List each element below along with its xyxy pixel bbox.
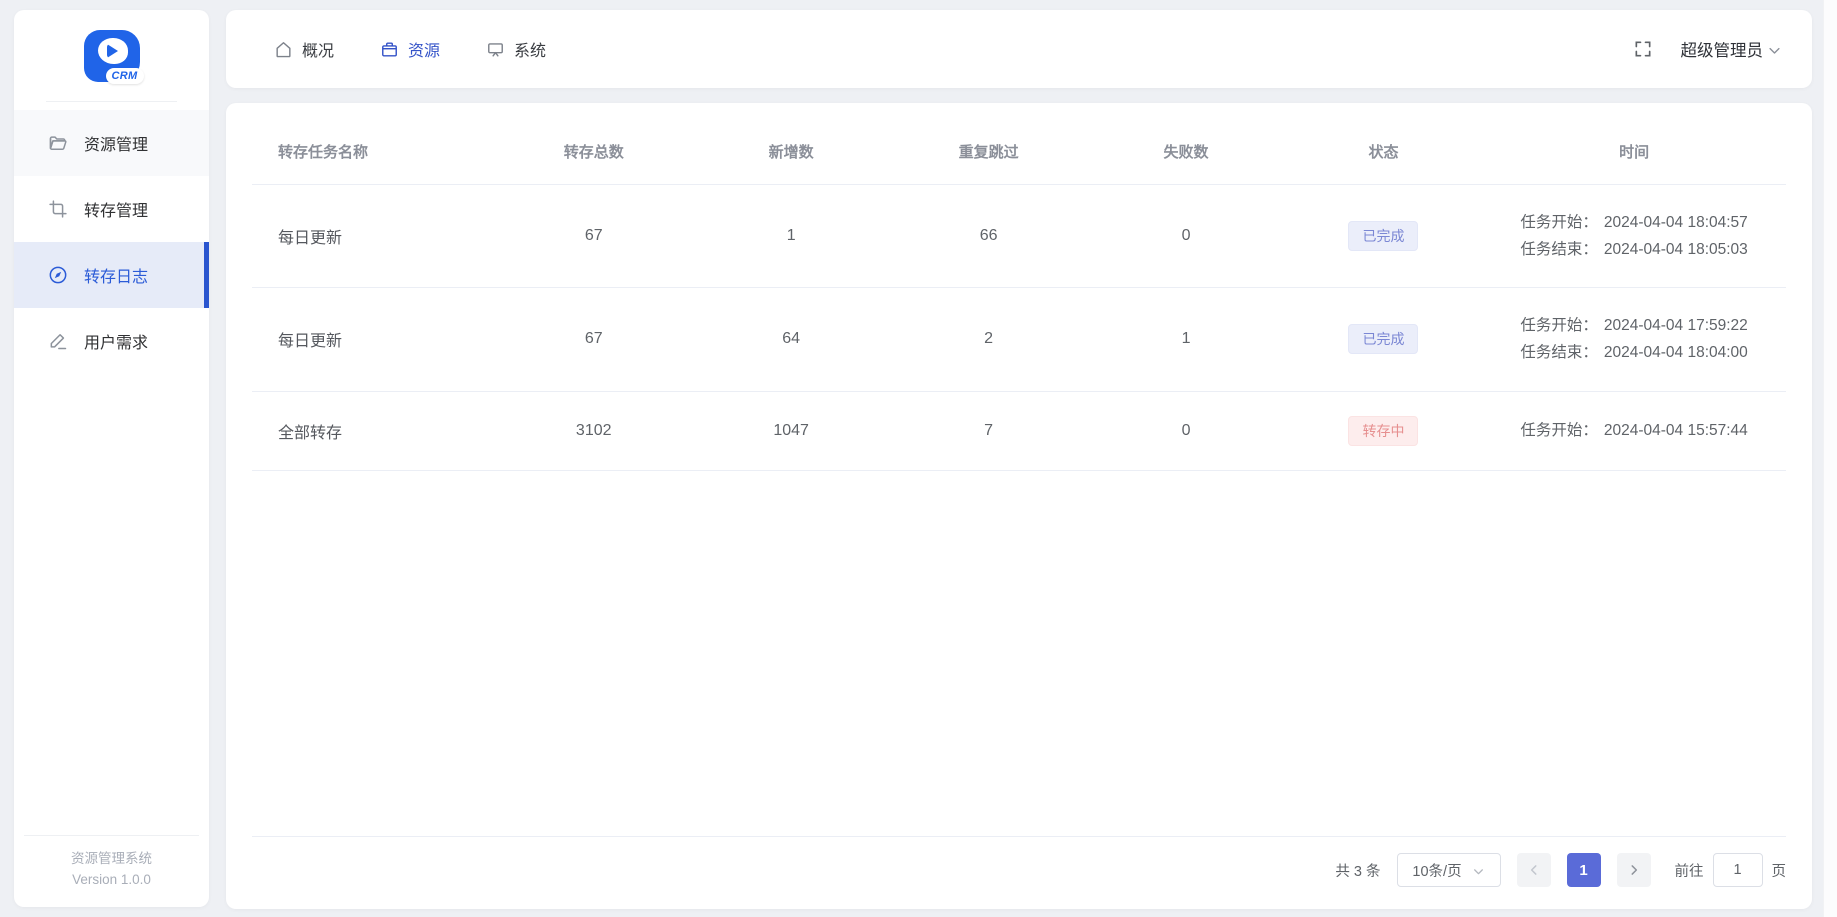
user-menu[interactable]: 超级管理员: [1681, 37, 1783, 61]
cell-failed: 0: [1087, 391, 1285, 471]
crop-icon: [48, 199, 68, 219]
goto-suffix: 页: [1771, 863, 1787, 880]
table-row: 每日更新 67 1 66 0 已完成 任务开始： 2024-04-04 18:04…: [252, 184, 1786, 289]
status-badge: 转存中: [1348, 415, 1419, 446]
col-failed: 失败数: [1087, 129, 1285, 185]
total-count-label: 共 3 条: [1335, 863, 1381, 880]
col-task-name: 转存任务名称: [252, 129, 495, 185]
cell-task-name: 全部转存: [252, 391, 495, 471]
cell-total: 67: [495, 184, 693, 289]
sidebar-item-user-demand[interactable]: 用户需求: [14, 308, 209, 374]
chevron-down-icon: [1767, 43, 1782, 58]
cell-total: 67: [495, 287, 693, 392]
table-row: 每日更新 67 64 2 1 已完成 任务开始： 2024-04-04 17:59…: [252, 287, 1786, 392]
fullscreen-icon[interactable]: [1633, 39, 1653, 59]
cell-time: 任务开始： 2024-04-04 17:59:22 任务结束： 2024-04-04…: [1520, 317, 1748, 362]
cell-task-name: 每日更新: [252, 184, 495, 289]
user-menu-label: 超级管理员: [1680, 42, 1764, 60]
sidebar-item-label: 用户需求: [84, 335, 149, 352]
next-page-button[interactable]: [1616, 853, 1651, 887]
col-total: 转存总数: [495, 129, 693, 185]
transfer-log-table: 转存任务名称 转存总数 新增数 重复跳过 失败数 状态 时间 每日更新 67 1…: [252, 129, 1786, 471]
version-label: Version 1.0.0: [72, 872, 151, 888]
tab-label: 概况: [302, 43, 335, 60]
cell-failed: 0: [1087, 184, 1285, 289]
cell-skipped: 66: [889, 184, 1088, 289]
goto-page: 前往 页: [1674, 853, 1787, 887]
col-skipped: 重复跳过: [889, 129, 1088, 185]
logo-play-circle: [97, 37, 128, 64]
cell-added: 1047: [692, 391, 890, 471]
cell-time: 任务开始： 2024-04-04 15:57:44: [1520, 421, 1748, 439]
content-card: 转存任务名称 转存总数 新增数 重复跳过 失败数 状态 时间 每日更新 67 1…: [226, 103, 1812, 909]
logo-area: CRM: [46, 10, 177, 102]
system-name: 资源管理系统: [71, 851, 152, 867]
briefcase-icon: [380, 40, 399, 59]
goto-label: 前往: [1674, 863, 1704, 880]
topbar-right: 超级管理员: [1633, 37, 1783, 61]
crm-logo: CRM: [83, 29, 144, 84]
compass-icon: [48, 265, 68, 285]
col-added: 新增数: [692, 129, 890, 185]
scrollbar[interactable]: [1823, 0, 1837, 917]
chevron-down-icon: [1472, 865, 1485, 878]
cell-skipped: 2: [889, 287, 1088, 392]
col-time: 时间: [1482, 129, 1786, 185]
home-icon: [274, 40, 293, 59]
cell-task-name: 每日更新: [252, 287, 495, 392]
tab-label: 系统: [514, 43, 547, 60]
cell-added: 64: [692, 287, 890, 392]
status-badge: 已完成: [1348, 324, 1419, 355]
edit-icon: [48, 331, 68, 351]
table-header-row: 转存任务名称 转存总数 新增数 重复跳过 失败数 状态 时间: [252, 129, 1786, 185]
sidebar-item-label: 转存管理: [84, 203, 149, 220]
folder-icon: [48, 133, 68, 153]
tab-label: 资源: [408, 43, 441, 60]
pagination: 共 3 条 10条/页 1 前往 页: [252, 837, 1786, 909]
tab-resources[interactable]: 资源: [380, 37, 440, 61]
cell-total: 3102: [495, 391, 693, 471]
sidebar-item-transfer-log[interactable]: 转存日志: [14, 242, 209, 308]
sidebar-item-label: 转存日志: [84, 269, 149, 286]
prev-page-button[interactable]: [1516, 853, 1551, 887]
sidebar-item-resource-management[interactable]: 资源管理: [14, 110, 209, 176]
goto-page-input[interactable]: [1712, 853, 1763, 887]
cell-skipped: 7: [889, 391, 1088, 471]
cell-time: 任务开始： 2024-04-04 18:04:57 任务结束： 2024-04-04…: [1520, 214, 1748, 259]
sidebar: CRM 资源管理 转存管理 转存日志 用户需求 资源管理系统 Version 1…: [14, 10, 209, 907]
table-row: 全部转存 3102 1047 7 0 转存中 任务开始： 2024-04-04 1…: [252, 391, 1786, 471]
cell-failed: 1: [1087, 287, 1285, 392]
status-badge: 已完成: [1348, 221, 1419, 252]
sidebar-item-transfer-management[interactable]: 转存管理: [14, 176, 209, 242]
cell-added: 1: [692, 184, 890, 289]
col-status: 状态: [1284, 129, 1483, 185]
current-page-button[interactable]: 1: [1566, 853, 1601, 887]
sidebar-item-label: 资源管理: [84, 137, 149, 154]
logo-text: CRM: [105, 67, 144, 84]
topbar: 概况 资源 系统 超级管理员: [226, 10, 1812, 88]
top-nav-tabs: 概况 资源 系统: [274, 37, 546, 61]
tab-overview[interactable]: 概况: [274, 37, 334, 61]
sidebar-menu: 资源管理 转存管理 转存日志 用户需求: [14, 110, 209, 835]
monitor-icon: [486, 40, 505, 59]
tab-system[interactable]: 系统: [486, 37, 546, 61]
sidebar-footer: 资源管理系统 Version 1.0.0: [24, 835, 199, 907]
page-size-select[interactable]: 10条/页: [1396, 853, 1501, 887]
